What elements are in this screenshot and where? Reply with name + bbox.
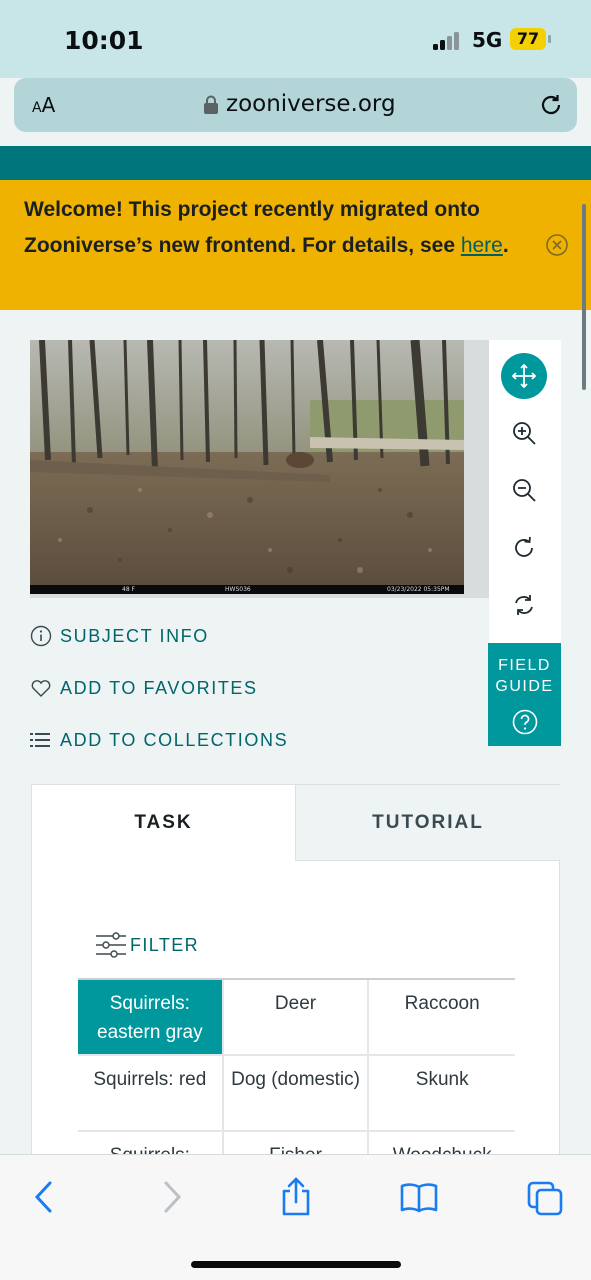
reset-button[interactable] bbox=[501, 582, 547, 628]
tabs-icon[interactable] bbox=[526, 1177, 566, 1217]
back-icon[interactable] bbox=[32, 1177, 56, 1217]
battery-tip bbox=[548, 35, 551, 43]
home-indicator bbox=[191, 1261, 401, 1268]
tab-tutorial[interactable]: TUTORIAL bbox=[295, 785, 560, 861]
collections-label: ADD TO COLLECTIONS bbox=[60, 729, 289, 750]
subject-info-label: SUBJECT INFO bbox=[60, 625, 209, 646]
lock-icon bbox=[204, 95, 218, 114]
help-icon bbox=[512, 709, 538, 735]
list-icon bbox=[30, 733, 50, 747]
tab-task[interactable]: TASK bbox=[32, 785, 295, 861]
url-text[interactable]: zooniverse.org bbox=[226, 91, 396, 117]
temperature-label: 48 F bbox=[122, 586, 135, 593]
field-guide-line1: FIELD bbox=[498, 657, 551, 674]
camera-stamp: 48 F HWS036 03/23/2022 05:35PM bbox=[30, 585, 464, 594]
info-icon bbox=[30, 625, 52, 647]
address-bar[interactable]: AA zooniverse.org bbox=[14, 78, 577, 132]
pan-button[interactable] bbox=[501, 353, 547, 399]
text-size-button[interactable]: AA bbox=[32, 93, 55, 117]
filter-icon bbox=[96, 932, 126, 958]
classifier-panel: TASK TUTORIAL FILTER Squirrels: eastern … bbox=[31, 784, 560, 1208]
close-icon[interactable] bbox=[545, 233, 569, 257]
scrollbar[interactable] bbox=[582, 204, 586, 390]
choice-raccoon[interactable]: Raccoon bbox=[369, 980, 515, 1054]
battery-icon: 77 bbox=[510, 28, 546, 50]
field-guide-button[interactable]: FIELD GUIDE bbox=[488, 643, 561, 746]
rotate-icon bbox=[515, 536, 533, 557]
add-to-collections-link[interactable]: ADD TO COLLECTIONS bbox=[30, 727, 288, 753]
forward-icon[interactable] bbox=[160, 1177, 184, 1217]
subject-image[interactable]: 48 F HWS036 03/23/2022 05:35PM bbox=[30, 340, 464, 594]
choice-dog-domestic[interactable]: Dog (domestic) bbox=[224, 1056, 370, 1130]
filter-button[interactable]: FILTER bbox=[94, 932, 199, 958]
datetime-label: 03/23/2022 05:35PM bbox=[387, 586, 450, 593]
share-icon[interactable] bbox=[279, 1177, 313, 1217]
camera-id-label: HWS036 bbox=[225, 586, 251, 593]
zoom-out-button[interactable] bbox=[501, 467, 547, 513]
bookmarks-icon[interactable] bbox=[399, 1177, 439, 1217]
subject-viewer[interactable]: 48 F HWS036 03/23/2022 05:35PM bbox=[30, 340, 489, 598]
reset-icon bbox=[515, 595, 533, 615]
rotate-button[interactable] bbox=[501, 525, 547, 571]
choice-row: Squirrels: eastern gray Deer Raccoon bbox=[78, 980, 515, 1056]
migration-banner: Welcome! This project recently migrated … bbox=[0, 180, 591, 310]
status-bar: 10:01 5G 77 bbox=[0, 0, 591, 78]
choice-deer[interactable]: Deer bbox=[224, 980, 370, 1054]
network-type: 5G bbox=[472, 28, 503, 52]
battery-level: 77 bbox=[516, 29, 540, 48]
subject-info-link[interactable]: SUBJECT INFO bbox=[30, 623, 209, 649]
banner-message: Welcome! This project recently migrated … bbox=[24, 198, 480, 257]
choice-skunk[interactable]: Skunk bbox=[369, 1056, 515, 1130]
trail-camera-photo bbox=[30, 340, 464, 594]
banner-text: Welcome! This project recently migrated … bbox=[24, 192, 534, 264]
zoom-in-icon bbox=[513, 422, 536, 445]
signal-icon bbox=[433, 30, 463, 50]
filter-label: FILTER bbox=[130, 934, 200, 955]
choice-row: Squirrels: red Dog (domestic) Skunk bbox=[78, 1056, 515, 1132]
reload-icon[interactable] bbox=[538, 92, 564, 118]
banner-period: . bbox=[502, 234, 509, 257]
choice-squirrels-red[interactable]: Squirrels: red bbox=[78, 1056, 224, 1130]
banner-link[interactable]: here bbox=[461, 234, 503, 257]
favorites-label: ADD TO FAVORITES bbox=[60, 677, 258, 698]
image-toolbar bbox=[489, 340, 561, 644]
zoom-in-button[interactable] bbox=[501, 410, 547, 456]
clock: 10:01 bbox=[64, 26, 144, 55]
choice-squirrels-eastern-gray[interactable]: Squirrels: eastern gray bbox=[78, 980, 224, 1054]
add-to-favorites-link[interactable]: ADD TO FAVORITES bbox=[30, 675, 258, 701]
move-icon bbox=[511, 363, 537, 389]
zoom-out-icon bbox=[513, 479, 536, 502]
field-guide-line2: GUIDE bbox=[495, 678, 554, 695]
site-header bbox=[0, 146, 591, 180]
heart-icon bbox=[31, 680, 51, 697]
